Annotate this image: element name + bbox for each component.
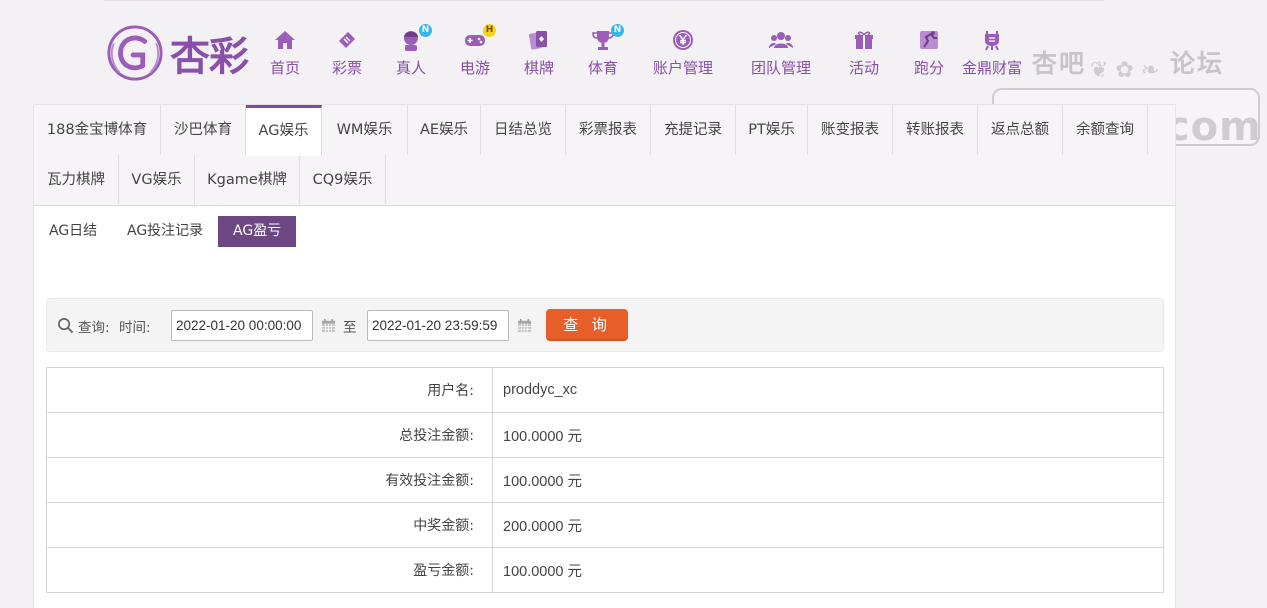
- row-value: 100.0000 元: [492, 412, 1164, 458]
- tab-kgame-chess[interactable]: Kgame棋牌: [195, 155, 300, 205]
- gamepad-icon: H: [463, 24, 496, 52]
- table-row: 中奖金额: 200.0000 元: [46, 502, 1164, 548]
- query-button[interactable]: 查 询: [546, 309, 628, 341]
- row-value: 100.0000 元: [492, 547, 1164, 593]
- subtab-ag-bet-records[interactable]: AG投注记录: [112, 216, 218, 247]
- nav-home[interactable]: 首页: [270, 28, 300, 78]
- nav-paofen[interactable]: 跑分: [914, 28, 944, 78]
- tab-rebate-total[interactable]: 返点总额: [978, 105, 1063, 155]
- row-label: 总投注金额:: [46, 412, 493, 458]
- nav-label: 金鼎财富: [962, 59, 1023, 77]
- nav-team[interactable]: 团队管理: [751, 28, 811, 78]
- tab-wali-chess[interactable]: 瓦力棋牌: [34, 155, 119, 205]
- nav-sports[interactable]: N 体育: [588, 24, 624, 78]
- row-label: 用户名:: [46, 367, 493, 413]
- team-icon: [769, 32, 793, 48]
- tab-transfer-report[interactable]: 转账报表: [893, 105, 978, 155]
- lottery-ticket-icon: [339, 32, 355, 48]
- nav-wealth[interactable]: 金鼎财富: [962, 28, 1022, 78]
- start-time-input[interactable]: 2022-01-20 00:00:00: [171, 310, 313, 341]
- tab-ag-entertainment[interactable]: AG娱乐: [246, 105, 322, 156]
- tab-balance-query[interactable]: 余额查询: [1063, 105, 1148, 155]
- nav-label: 棋牌: [524, 59, 555, 77]
- row-value: 200.0000 元: [492, 502, 1164, 548]
- nav-promotions[interactable]: 活动: [849, 28, 879, 78]
- logo-emblem-icon: [107, 25, 163, 81]
- table-row: 盈亏金额: 100.0000 元: [46, 547, 1164, 593]
- row-value: proddyc_xc: [492, 367, 1164, 413]
- table-row: 有效投注金额: 100.0000 元: [46, 457, 1164, 503]
- logo-text: 杏彩: [170, 33, 249, 80]
- subtab-ag-daily[interactable]: AG日结: [34, 216, 112, 247]
- home-icon: [275, 31, 295, 49]
- tab-deposit-withdraw[interactable]: 充提记录: [651, 105, 736, 155]
- report-tabs: 188金宝博体育 沙巴体育 AG娱乐 WM娱乐 AE娱乐 日结总览 彩票报表 充…: [34, 105, 1175, 206]
- tripod-icon: [985, 31, 999, 51]
- tab-daily-overview[interactable]: 日结总览: [481, 105, 566, 155]
- tab-lottery-report[interactable]: 彩票报表: [566, 105, 651, 155]
- yuan-coin-icon: [673, 30, 693, 50]
- nav-account[interactable]: 账户管理: [653, 28, 713, 78]
- tab-wm-entertainment[interactable]: WM娱乐: [322, 105, 408, 155]
- report-panel: 188金宝博体育 沙巴体育 AG娱乐 WM娱乐 AE娱乐 日结总览 彩票报表 充…: [33, 104, 1176, 608]
- top-divider: [104, 0, 1104, 1]
- watermark-left-text: 杏吧: [1032, 49, 1087, 78]
- tab-account-changes[interactable]: 账变报表: [808, 105, 893, 155]
- tab-saba-sports[interactable]: 沙巴体育: [161, 105, 246, 155]
- subtab-ag-profit-loss[interactable]: AG盈亏: [218, 216, 297, 247]
- tab-pt-entertainment[interactable]: PT娱乐: [736, 105, 808, 155]
- end-time-input[interactable]: 2022-01-20 23:59:59: [367, 310, 509, 341]
- dealer-icon: N: [399, 24, 432, 52]
- row-label: 盈亏金额:: [46, 547, 493, 593]
- nav-label: 首页: [270, 59, 301, 77]
- nav-slots[interactable]: H 电游: [460, 24, 496, 78]
- trophy-icon: N: [591, 24, 624, 52]
- table-row: 总投注金额: 100.0000 元: [46, 412, 1164, 458]
- nav-cards[interactable]: 棋牌: [524, 28, 554, 78]
- tab-vg-entertainment[interactable]: VG娱乐: [119, 155, 195, 205]
- site-logo[interactable]: 杏彩: [106, 24, 249, 82]
- profit-loss-table: 用户名: proddyc_xc 总投注金额: 100.0000 元 有效投注金额…: [46, 367, 1164, 593]
- watermark-ornament-icon: ❦ ✿ ❧: [1090, 58, 1160, 83]
- running-icon: [920, 31, 938, 49]
- search-bar: 查询: 时间: 2022-01-20 00:00:00 至 2022-01-20…: [46, 298, 1164, 352]
- tab-cq9-entertainment[interactable]: CQ9娱乐: [300, 155, 386, 205]
- search-icon: [58, 318, 74, 334]
- query-label: 查询:: [78, 320, 110, 336]
- nav-label: 跑分: [914, 59, 945, 77]
- cards-icon: [528, 31, 547, 50]
- row-label: 中奖金额:: [46, 502, 493, 548]
- tab-188bet-sports[interactable]: 188金宝博体育: [34, 105, 161, 155]
- row-label: 有效投注金额:: [46, 457, 493, 503]
- table-row: 用户名: proddyc_xc: [46, 367, 1164, 413]
- watermark-right-text: 论坛: [1170, 49, 1225, 78]
- row-value: 100.0000 元: [492, 457, 1164, 503]
- nav-label: 电游: [460, 59, 491, 77]
- calendar-icon[interactable]: [517, 318, 532, 333]
- hot-badge: H: [483, 24, 496, 37]
- nav-label: 账户管理: [653, 59, 714, 77]
- nav-label: 彩票: [332, 59, 363, 77]
- nav-label: 团队管理: [751, 59, 812, 77]
- calendar-icon[interactable]: [321, 318, 336, 333]
- tab-ae-entertainment[interactable]: AE娱乐: [408, 105, 481, 155]
- nav-label: 体育: [588, 59, 619, 77]
- nav-label: 真人: [396, 59, 427, 77]
- nav-lottery[interactable]: 彩票: [332, 28, 362, 78]
- time-label: 时间:: [119, 320, 151, 336]
- gift-icon: [855, 31, 873, 49]
- nav-label: 活动: [849, 59, 880, 77]
- to-label: 至: [343, 320, 357, 336]
- new-badge: N: [611, 24, 624, 37]
- new-badge: N: [419, 24, 432, 37]
- nav-live[interactable]: N 真人: [396, 24, 432, 78]
